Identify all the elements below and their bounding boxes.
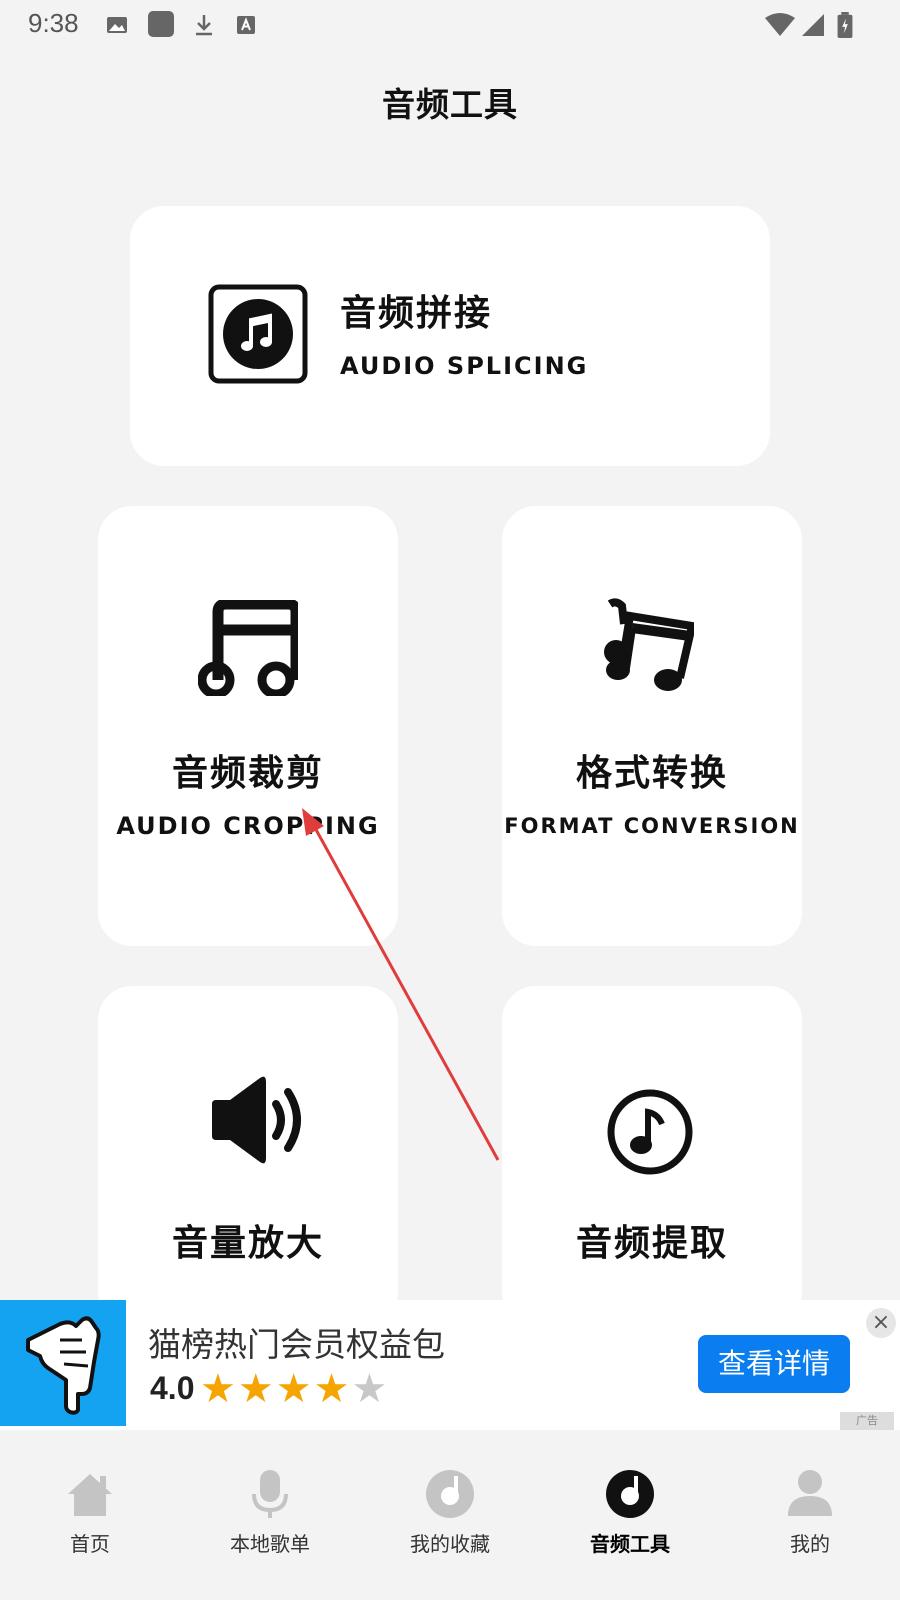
card-title-zh: 音频拼接 bbox=[340, 293, 493, 334]
speaker-volume-icon bbox=[212, 1076, 301, 1164]
ad-banner[interactable]: 猫榜热门会员权益包 4.0 ★★★★★ 查看详情 × 广告 bbox=[0, 1300, 900, 1430]
ad-view-details-button[interactable]: 查看详情 bbox=[698, 1335, 850, 1393]
nav-item-audio-tools[interactable]: 音频工具 bbox=[540, 1468, 720, 1557]
audio-cropping-card[interactable]: 音频裁剪 AUDIO CROPPING bbox=[98, 506, 398, 946]
nav-label: 音频工具 bbox=[590, 1532, 670, 1556]
ad-image[interactable] bbox=[0, 1300, 126, 1426]
music-beam-note-icon bbox=[604, 598, 694, 691]
card-title-zh: 音频提取 bbox=[575, 1223, 728, 1264]
font-notification-icon bbox=[237, 16, 255, 34]
signal-icon bbox=[802, 14, 824, 36]
bottom-navigation: 首页 本地歌单 我的收藏 音频工具 我的 bbox=[0, 1430, 900, 1600]
audio-extract-card[interactable]: 音频提取 bbox=[502, 986, 802, 1326]
ad-rating-value: 4.0 bbox=[150, 1370, 195, 1406]
ad-star-rating: ★★★★★ bbox=[200, 1366, 389, 1412]
nav-label: 我的收藏 bbox=[410, 1532, 490, 1556]
pointing-hand-icon bbox=[26, 1316, 101, 1415]
page-title: 音频工具 bbox=[382, 85, 518, 124]
audio-tools-icon bbox=[606, 1470, 654, 1518]
music-notes-icon bbox=[198, 600, 298, 696]
star-filled-icon: ★ bbox=[237, 1366, 276, 1412]
card-title-en: AUDIO CROPPING bbox=[116, 812, 380, 840]
music-note-square-icon bbox=[208, 284, 308, 384]
user-icon bbox=[788, 1470, 832, 1516]
star-empty-icon: ★ bbox=[351, 1366, 390, 1412]
star-filled-icon: ★ bbox=[313, 1366, 352, 1412]
download-icon bbox=[196, 15, 212, 36]
card-title-en: AUDIO SPLICING bbox=[340, 352, 589, 380]
format-conversion-card[interactable]: 格式转换 FORMAT CONVERSION bbox=[502, 506, 802, 946]
ad-title[interactable]: 猫榜热门会员权益包 bbox=[148, 1318, 445, 1366]
nav-item-local-playlist[interactable]: 本地歌单 bbox=[180, 1468, 360, 1557]
audio-splicing-card[interactable]: 音频拼接 AUDIO SPLICING bbox=[130, 206, 770, 466]
card-title-zh: 格式转换 bbox=[575, 753, 728, 794]
status-time: 9:38 bbox=[28, 8, 79, 38]
ad-close-icon[interactable]: × bbox=[866, 1308, 896, 1338]
card-title-zh: 音量放大 bbox=[171, 1223, 324, 1264]
nav-item-home[interactable]: 首页 bbox=[0, 1468, 180, 1557]
battery-icon bbox=[837, 12, 853, 38]
wifi-icon bbox=[765, 13, 795, 36]
volume-amplify-card[interactable]: 音量放大 bbox=[98, 986, 398, 1326]
nav-label: 首页 bbox=[70, 1532, 110, 1556]
app-notification-icon bbox=[148, 11, 174, 37]
card-title-zh: 音频裁剪 bbox=[171, 753, 324, 794]
home-icon bbox=[68, 1474, 112, 1516]
microphone-icon bbox=[252, 1470, 288, 1518]
ad-label: 广告 bbox=[840, 1412, 894, 1430]
music-circle-icon bbox=[607, 1089, 693, 1175]
nav-label: 本地歌单 bbox=[230, 1532, 310, 1556]
star-filled-icon: ★ bbox=[200, 1366, 238, 1412]
nav-item-profile[interactable]: 我的 bbox=[720, 1468, 900, 1557]
music-disc-icon bbox=[426, 1470, 474, 1518]
star-filled-icon: ★ bbox=[275, 1366, 314, 1412]
nav-label: 我的 bbox=[790, 1532, 830, 1556]
image-notification-icon bbox=[107, 17, 127, 33]
status-bar: 9:38 bbox=[0, 0, 900, 50]
card-title-en: FORMAT CONVERSION bbox=[504, 814, 800, 838]
nav-item-favorites[interactable]: 我的收藏 bbox=[360, 1468, 540, 1557]
